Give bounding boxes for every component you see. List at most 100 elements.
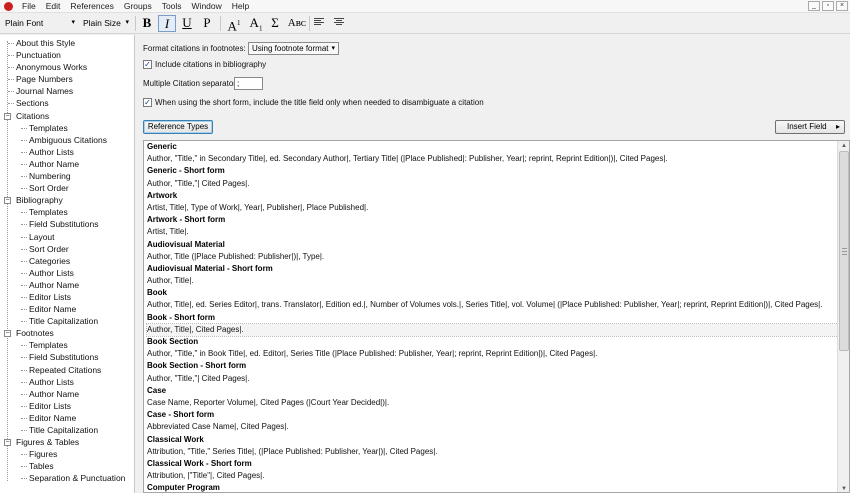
reference-template-line[interactable]: Author, Title|, Cited Pages|. <box>146 322 839 338</box>
include-citations-checkbox[interactable]: ✓ <box>143 60 152 69</box>
subscript-button[interactable]: A1 <box>246 15 266 33</box>
sidebar-item[interactable]: Sort Order <box>0 182 134 194</box>
sidebar-item[interactable]: Author Name <box>0 158 134 170</box>
menu-help[interactable]: Help <box>227 0 254 12</box>
close-button[interactable]: × <box>836 1 848 11</box>
reference-template-line[interactable]: Artist, Title|, Type of Work|, Year|, Pu… <box>147 202 838 214</box>
restore-button[interactable]: ▫ <box>822 1 834 11</box>
symbol-button[interactable]: Σ <box>266 15 284 32</box>
sidebar-item[interactable]: About this Style <box>0 37 134 49</box>
reference-type-item[interactable]: Generic Author, "Title," in Secondary Tit… <box>144 141 838 165</box>
reference-template-line[interactable]: Abbreviated Case Name|, Cited Pages|. <box>147 421 838 433</box>
reference-template-line[interactable]: Author, Title|. <box>147 275 838 287</box>
sidebar-item[interactable]: Title Capitalization <box>0 424 134 436</box>
bold-button[interactable]: B <box>138 15 156 32</box>
sidebar-item[interactable]: Numbering <box>0 170 134 182</box>
reference-type-item[interactable]: Book Section Author, "Title," in Book Tit… <box>144 336 838 360</box>
reference-type-item[interactable]: Classical Work - Short form Attribution, … <box>144 458 838 482</box>
underline-button[interactable]: U <box>178 15 196 32</box>
reference-template-line[interactable]: Author, Title (|Place Published: Publish… <box>147 251 838 263</box>
italic-button[interactable]: I <box>158 15 176 32</box>
sidebar-item[interactable]: Sort Order <box>0 243 134 255</box>
reference-template-line[interactable]: Attribution, |"Title"|, Cited Pages|. <box>147 470 838 482</box>
reference-template-line[interactable]: Case Name, Reporter Volume|, Cited Pages… <box>147 397 838 409</box>
reference-template-line[interactable]: Artist, Title|. <box>147 226 838 238</box>
sidebar-item[interactable]: Page Numbers <box>0 73 134 85</box>
scroll-down-icon[interactable]: ▼ <box>839 484 849 492</box>
sidebar-item[interactable]: − Footnotes <box>0 327 134 339</box>
app-icon[interactable] <box>4 1 13 11</box>
sidebar-item[interactable]: Editor Lists <box>0 400 134 412</box>
sidebar-item[interactable]: Editor Name <box>0 303 134 315</box>
separator-input[interactable]: ; <box>234 77 263 90</box>
menu-window[interactable]: Window <box>187 0 227 12</box>
sidebar-item[interactable]: Author Name <box>0 388 134 400</box>
menu-file[interactable]: File <box>17 0 41 12</box>
sidebar-item[interactable]: Tables <box>0 460 134 472</box>
sidebar-item[interactable]: Layout <box>0 231 134 243</box>
reference-type-item[interactable]: Book Author, Title|, ed. Series Editor|, … <box>144 287 838 311</box>
menu-edit[interactable]: Edit <box>41 0 66 12</box>
sidebar-item[interactable]: Templates <box>0 122 134 134</box>
sidebar-item[interactable]: Field Substitutions <box>0 218 134 230</box>
menu-groups[interactable]: Groups <box>119 0 157 12</box>
sidebar-item[interactable]: Editor Lists <box>0 291 134 303</box>
reference-template-line[interactable]: Author, "Title,"| Cited Pages|. <box>147 373 838 385</box>
reference-type-item[interactable]: Audiovisual Material Author, Title (|Plac… <box>144 239 838 263</box>
vertical-scrollbar[interactable]: ▲ ▼ <box>837 141 849 492</box>
reference-type-item[interactable]: Case - Short form Abbreviated Case Name|,… <box>144 409 838 433</box>
sidebar-item[interactable]: Repeated Citations <box>0 364 134 376</box>
sidebar-item[interactable]: Anonymous Works <box>0 61 134 73</box>
sidebar-item[interactable]: Title Capitalization <box>0 315 134 327</box>
template-editor[interactable]: Generic Author, "Title," in Secondary Tit… <box>143 140 850 493</box>
font-dropdown[interactable]: Plain Font ▾ <box>2 16 78 31</box>
sidebar-item[interactable]: Author Lists <box>0 146 134 158</box>
superscript-button[interactable]: A1 <box>224 15 244 33</box>
align-center-icon[interactable] <box>334 18 344 27</box>
reference-type-item[interactable]: Classical Work Attribution, "Title," Seri… <box>144 434 838 458</box>
collapse-icon[interactable]: − <box>4 439 11 447</box>
reference-template-line[interactable]: Author, "Title," in Book Title|, ed. Edi… <box>147 348 838 360</box>
reference-type-item[interactable]: Audiovisual Material - Short form Author,… <box>144 263 838 287</box>
reference-template-line[interactable]: Author, "Title,"| Cited Pages|. <box>147 178 838 190</box>
sidebar-item[interactable]: − Citations <box>0 110 134 122</box>
sidebar-item[interactable]: − Bibliography <box>0 194 134 206</box>
plain-button[interactable]: P <box>198 15 216 32</box>
collapse-icon[interactable]: − <box>4 197 11 205</box>
sidebar-item[interactable]: − Figures & Tables <box>0 436 134 448</box>
sidebar-item[interactable]: Ambiguous Citations <box>0 134 134 146</box>
small-caps-button[interactable]: Aʙᴄ <box>285 15 309 32</box>
menu-references[interactable]: References <box>65 0 118 12</box>
reference-template-line[interactable]: Author, Title|, ed. Series Editor|, tran… <box>147 299 838 311</box>
sidebar-item[interactable]: Editor Name <box>0 412 134 424</box>
align-left-icon[interactable] <box>314 18 324 27</box>
sidebar-item[interactable]: Templates <box>0 206 134 218</box>
insert-field-button[interactable]: Insert Field ▸ <box>775 120 845 134</box>
scroll-up-icon[interactable]: ▲ <box>839 141 849 151</box>
sidebar-item[interactable]: Categories <box>0 255 134 267</box>
reference-type-item[interactable]: Computer ProgramProgrammer, Title, Versi… <box>144 482 838 492</box>
sidebar-item[interactable]: Author Lists <box>0 267 134 279</box>
sidebar-item[interactable]: Separation & Punctuation <box>0 472 134 484</box>
reference-type-item[interactable]: Book - Short form Author, Title|, Cited P… <box>144 312 839 338</box>
minimize-button[interactable]: _ <box>808 1 820 11</box>
short-form-checkbox[interactable]: ✓ <box>143 98 152 107</box>
sidebar-item[interactable]: Field Substitutions <box>0 351 134 363</box>
reference-type-item[interactable]: Case Case Name, Reporter Volume|, Cited P… <box>144 385 838 409</box>
reference-template-line[interactable]: Author, "Title," in Secondary Title|, ed… <box>147 153 838 165</box>
scroll-thumb[interactable] <box>839 151 849 351</box>
format-citations-dropdown[interactable]: Using footnote format ▾ <box>248 42 339 55</box>
sidebar-item[interactable]: Templates <box>0 339 134 351</box>
sidebar-item[interactable]: Punctuation <box>0 49 134 61</box>
reference-template-line[interactable]: Attribution, "Title," Series Title|, (|P… <box>147 446 838 458</box>
collapse-icon[interactable]: − <box>4 112 11 120</box>
sidebar-item[interactable]: Author Name <box>0 279 134 291</box>
reference-type-item[interactable]: Artwork - Short form Artist, Title|. <box>144 214 838 238</box>
reference-type-item[interactable]: Book Section - Short form Author, "Title,… <box>144 360 838 384</box>
collapse-icon[interactable]: − <box>4 330 11 338</box>
sidebar-item[interactable]: Journal Names <box>0 85 134 97</box>
sidebar-item[interactable]: Figures <box>0 448 134 460</box>
reference-types-button[interactable]: Reference Types <box>143 120 213 134</box>
sidebar-item[interactable]: Sections <box>0 97 134 109</box>
sidebar-item[interactable]: Author Lists <box>0 376 134 388</box>
